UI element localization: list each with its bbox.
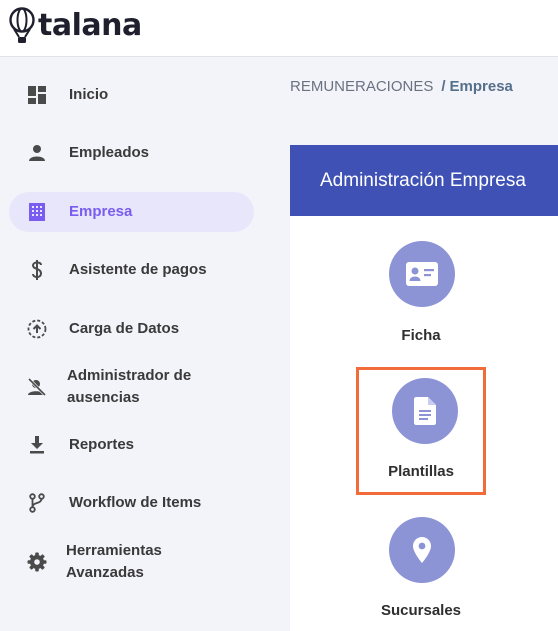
sidebar-item-label: Inicio — [69, 86, 109, 103]
sidebar-item-administrador-de-ausencias[interactable]: Administrador de ausencias — [9, 362, 254, 412]
location-pin-icon — [389, 517, 455, 583]
brand-name: talana — [38, 8, 142, 43]
breadcrumb-section[interactable]: REMUNERACIONES — [290, 78, 433, 95]
dashboard-icon — [26, 84, 48, 106]
sidebar-item-label: Administrador de ausencias — [67, 367, 192, 406]
sidebar-item-empresa[interactable]: Empresa — [9, 192, 254, 232]
sidebar-item-label: Empresa — [69, 203, 133, 220]
sidebar-item-label: Carga de Datos — [69, 320, 180, 337]
sidebar-item-workflow-de-items[interactable]: Workflow de Items — [9, 483, 254, 523]
sidebar-item-label: Asistente de pagos — [69, 261, 207, 278]
sidebar-item-carga-de-datos[interactable]: Carga de Datos — [9, 309, 254, 349]
sidebar-item-label: Reportes — [69, 436, 135, 453]
sidebar-item-empleados[interactable]: Empleados — [9, 133, 254, 173]
talana-logo[interactable]: talana — [8, 6, 142, 46]
sidebar-item-reportes[interactable]: Reportes — [9, 425, 254, 465]
main-content: REMUNERACIONES / Empresa Administración Em… — [270, 58, 558, 631]
sucursales-card[interactable]: Sucursales — [356, 510, 486, 631]
sidebar-item-inicio[interactable]: Inicio — [9, 75, 254, 115]
sidebar: Inicio Empleados Empresa Asistente de pa… — [0, 58, 270, 631]
upload-icon — [26, 318, 48, 340]
breadcrumb: REMUNERACIONES / Empresa — [290, 78, 513, 95]
card-label: Sucursales — [380, 602, 462, 619]
top-bar: talana — [0, 0, 558, 57]
card-label: Ficha — [401, 327, 441, 344]
building-icon — [26, 201, 48, 223]
sidebar-item-label: Empleados — [69, 144, 150, 161]
sidebar-item-herramientas-avanzadas[interactable]: Herramientas Avanzadas — [9, 537, 254, 587]
balloon-logo-icon — [8, 7, 36, 45]
sidebar-item-asistente-de-pagos[interactable]: Asistente de pagos — [9, 250, 254, 290]
dollar-icon — [26, 259, 48, 281]
card-label: Plantillas — [388, 463, 454, 480]
panel-title: Administración Empresa — [290, 145, 558, 216]
document-icon — [392, 378, 458, 444]
download-icon — [26, 434, 48, 456]
ficha-card[interactable]: Ficha — [356, 235, 486, 359]
sidebar-item-label: Herramientas Avanzadas — [66, 542, 162, 581]
person-icon — [26, 142, 48, 164]
branch-icon — [26, 492, 48, 514]
breadcrumb-separator: / — [441, 78, 446, 95]
breadcrumb-current: Empresa — [449, 78, 513, 95]
sidebar-item-label: Workflow de Items — [69, 494, 202, 511]
gear-icon — [26, 551, 48, 573]
person-off-icon — [26, 376, 48, 398]
plantillas-card[interactable]: Plantillas — [356, 367, 486, 495]
admin-panel: Administración Empresa Ficha Plantillas … — [290, 145, 558, 631]
id-card-icon — [389, 241, 455, 307]
